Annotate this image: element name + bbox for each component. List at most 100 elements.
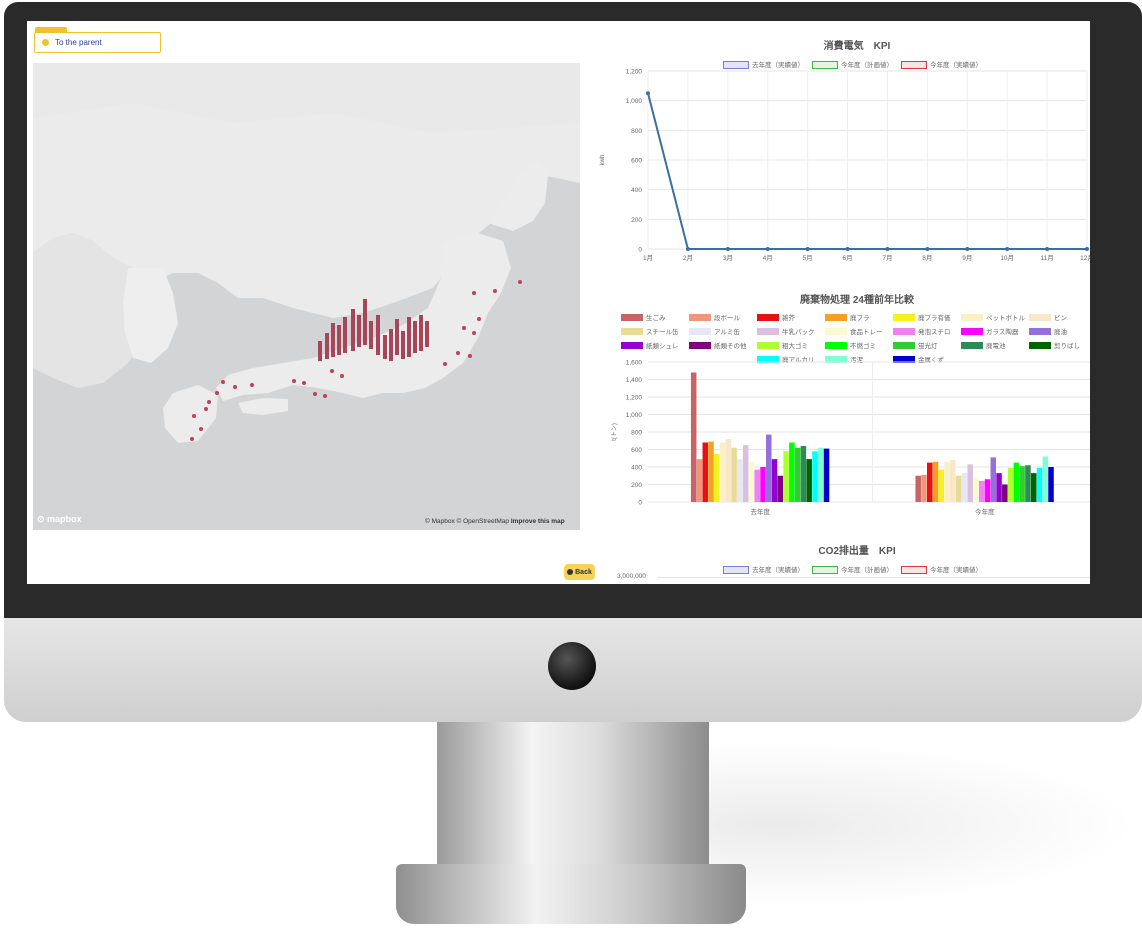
legend-swatch (893, 327, 915, 335)
bar (1048, 467, 1054, 502)
x-tick-label: 2月 (683, 254, 693, 262)
legend-swatch (757, 341, 779, 349)
data-point (1085, 247, 1089, 251)
legend-swatch (1029, 327, 1051, 335)
legend-swatch (621, 327, 643, 335)
map-canvas[interactable] (33, 63, 580, 530)
legend-item[interactable]: ペットボトル (961, 312, 1029, 322)
bar (967, 464, 973, 502)
map-column (318, 341, 322, 361)
legend-item[interactable]: ガラス陶器 (961, 326, 1029, 336)
legend-swatch (961, 327, 983, 335)
y-tick-label: 1,200 (626, 395, 643, 402)
bar (702, 442, 708, 502)
x-tick-label: 8月 (922, 254, 932, 262)
map-marker (192, 414, 196, 418)
legend-swatch (961, 341, 983, 349)
legend-item[interactable]: 牛乳パック (757, 326, 825, 336)
y-tick-label: 800 (631, 128, 642, 135)
bar (777, 475, 784, 502)
bar (990, 457, 997, 502)
improve-map-link[interactable]: Improve this map (511, 518, 565, 525)
x-tick-label: 7月 (882, 254, 892, 262)
bar (742, 445, 749, 502)
map-column (337, 325, 341, 355)
map-column (357, 315, 361, 347)
legend-item[interactable]: 廃プラ有価 (893, 312, 961, 322)
x-tick-label: 今年度 (975, 507, 995, 516)
legend-item[interactable]: 今年度（計画値） (812, 564, 893, 575)
bar (725, 439, 732, 502)
bar (696, 459, 703, 502)
legend-swatch (825, 313, 847, 321)
back-button[interactable]: Back (564, 564, 595, 580)
y-tick-label: 1,600 (626, 360, 643, 367)
bar (766, 434, 772, 502)
data-point (1045, 247, 1050, 251)
legend-item[interactable]: 廃電池 (961, 340, 1029, 350)
legend-item[interactable]: 廃油 (1029, 326, 1090, 336)
bar (1036, 467, 1043, 502)
legend-item[interactable]: 食品トレー (825, 326, 893, 336)
y-tick-label: 0 (638, 247, 642, 254)
legend-item[interactable]: 雑芥 (757, 312, 825, 322)
map-marker (250, 383, 254, 387)
bar (932, 461, 939, 502)
y-tick-label: 1,000 (626, 98, 643, 105)
map-marker (443, 362, 447, 366)
map-marker (207, 400, 211, 404)
legend-item[interactable]: 去年度（実績値） (723, 564, 804, 575)
bar (690, 372, 697, 502)
legend-item[interactable]: スチール缶 (621, 326, 689, 336)
legend-item[interactable]: 剪りばし (1029, 340, 1090, 350)
map-column (389, 329, 393, 361)
legend-label: 去年度（実績値） (752, 567, 804, 574)
to-parent-button[interactable]: To the parent (34, 32, 161, 53)
map-column (369, 321, 373, 349)
power-kpi-chart: 0 200 400 600 800 1,000 1,200 1月 2月 3月 4月 5月 6月 7月 8月 9… (600, 69, 1090, 263)
legend-item[interactable]: 生ごみ (621, 312, 689, 322)
map-column (401, 331, 405, 359)
legend-item[interactable]: 粗大ゴミ (757, 340, 825, 350)
legend-label: アルミ缶 (714, 329, 740, 336)
legend-item[interactable]: 紙類その他 (689, 340, 757, 350)
bar (800, 446, 807, 502)
legend-item[interactable]: 不燃ゴミ (825, 340, 893, 350)
data-point (685, 247, 690, 251)
legend-label: 発泡スチロ (918, 329, 951, 336)
legend-swatch (825, 341, 847, 349)
legend-swatch (621, 313, 643, 321)
bar (1007, 467, 1014, 502)
map-column (351, 309, 355, 351)
y-tick-label: 1,400 (626, 377, 643, 384)
legend-label: 蛍光灯 (918, 343, 938, 350)
legend-item[interactable]: 今年度（実績値） (901, 564, 982, 575)
x-tick-label: 10月 (1000, 254, 1014, 262)
legend-swatch (757, 327, 779, 335)
mapbox-logo: ⊙ mapbox (37, 514, 82, 524)
legend-item[interactable]: 紙類シュレ (621, 340, 689, 350)
bar (818, 447, 824, 502)
legend-item[interactable]: 発泡スチロ (893, 326, 961, 336)
bar (823, 448, 830, 502)
bar (771, 459, 778, 502)
bar (708, 441, 714, 502)
y-tick-label: 200 (631, 217, 642, 224)
legend-item[interactable]: 段ボール (689, 312, 757, 322)
legend-item[interactable]: アルミ缶 (689, 326, 757, 336)
y-tick-label: 0 (638, 500, 642, 507)
mapbox-logo-text: mapbox (47, 514, 82, 524)
data-point (845, 247, 850, 251)
y-tick-label: 600 (631, 447, 642, 454)
map-marker (493, 289, 497, 293)
bar (1030, 473, 1037, 502)
map-attribution[interactable]: © Mapbox © OpenStreetMap Improve this ma… (425, 518, 565, 525)
legend-item[interactable]: ビン (1029, 312, 1090, 322)
legend-item[interactable]: 蛍光灯 (893, 340, 961, 350)
map-marker (477, 317, 481, 321)
map-column (331, 323, 335, 357)
map-view[interactable] (33, 63, 580, 530)
map-marker (233, 385, 237, 389)
map-marker (190, 437, 194, 441)
legend-item[interactable]: 廃プラ (825, 312, 893, 322)
